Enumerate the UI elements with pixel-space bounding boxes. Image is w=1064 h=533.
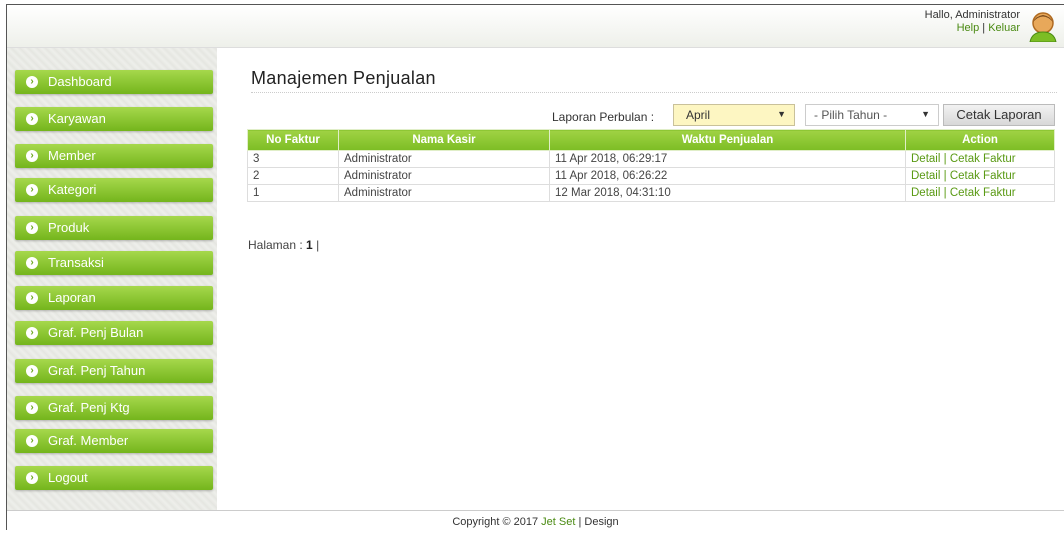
- year-select-value: - Pilih Tahun -: [814, 108, 888, 122]
- column-header[interactable]: Nama Kasir: [338, 129, 550, 151]
- help-link[interactable]: Help: [957, 22, 980, 34]
- chevron-right-circle-icon: ›: [26, 327, 38, 339]
- table-row: 1 Administrator 12 Mar 2018, 04:31:10 De…: [247, 184, 1055, 202]
- cell-waktu-penjualan: 11 Apr 2018, 06:29:17: [549, 150, 906, 168]
- top-header: Hallo, Administrator Help | Keluar: [7, 5, 1064, 48]
- table-row: 2 Administrator 11 Apr 2018, 06:26:22 De…: [247, 167, 1055, 185]
- dropdown-arrow-icon: ▼: [921, 109, 930, 119]
- footer: Copyright © 2017 Jet Set | Design: [7, 510, 1064, 531]
- sidebar-item-karyawan[interactable]: › Karyawan: [15, 107, 213, 131]
- pagination-current-page[interactable]: 1: [306, 238, 313, 252]
- sidebar: › Dashboard › Karyawan › Member › Katego…: [7, 48, 217, 510]
- sidebar-item-label: Dashboard: [48, 74, 112, 89]
- pagination-label: Halaman :: [248, 238, 303, 252]
- chevron-right-circle-icon: ›: [26, 472, 38, 484]
- cell-waktu-penjualan: 11 Apr 2018, 06:26:22: [549, 167, 906, 185]
- sidebar-item-label: Graf. Penj Tahun: [48, 363, 146, 378]
- chevron-right-circle-icon: ›: [26, 184, 38, 196]
- user-greeting: Hallo, Administrator: [924, 9, 1020, 21]
- column-header[interactable]: Waktu Penjualan: [549, 129, 906, 151]
- pagination-separator: |: [316, 238, 320, 252]
- sidebar-item-label: Logout: [48, 470, 88, 485]
- sidebar-item-logout[interactable]: › Logout: [15, 466, 213, 490]
- sidebar-item-label: Member: [48, 148, 96, 163]
- main-content: Manajemen Penjualan Laporan Perbulan : A…: [217, 48, 1064, 510]
- cell-waktu-penjualan: 12 Mar 2018, 04:31:10: [549, 184, 906, 202]
- sidebar-item-graf-penj-bulan[interactable]: › Graf. Penj Bulan: [15, 321, 213, 345]
- month-filter-label: Laporan Perbulan :: [552, 110, 655, 124]
- detail-link[interactable]: Detail: [911, 170, 940, 182]
- print-invoice-link[interactable]: Cetak Faktur: [950, 187, 1016, 199]
- sidebar-item-graf-penj-tahun[interactable]: › Graf. Penj Tahun: [15, 359, 213, 383]
- dropdown-arrow-icon: ▼: [777, 109, 786, 119]
- sidebar-item-laporan[interactable]: › Laporan: [15, 286, 213, 310]
- title-divider: [251, 92, 1057, 93]
- sidebar-item-label: Graf. Member: [48, 433, 129, 448]
- action-separator: |: [943, 187, 947, 199]
- user-avatar-icon[interactable]: [1026, 10, 1060, 42]
- chevron-right-circle-icon: ›: [26, 76, 38, 88]
- cell-nama-kasir: Administrator: [338, 150, 550, 168]
- cell-action: Detail | Cetak Faktur: [905, 167, 1055, 185]
- copyright-text: Copyright © 2017: [452, 516, 539, 528]
- footer-suffix: | Design: [578, 516, 619, 528]
- header-separator: |: [982, 22, 986, 34]
- logout-link[interactable]: Keluar: [988, 22, 1020, 34]
- chevron-right-circle-icon: ›: [26, 222, 38, 234]
- action-separator: |: [943, 170, 947, 182]
- sidebar-item-kategori[interactable]: › Kategori: [15, 178, 213, 202]
- print-invoice-link[interactable]: Cetak Faktur: [950, 153, 1016, 165]
- cell-action: Detail | Cetak Faktur: [905, 184, 1055, 202]
- table-header-row: No Faktur Nama Kasir Waktu Penjualan Act…: [247, 129, 1055, 151]
- sidebar-item-graf-member[interactable]: › Graf. Member: [15, 429, 213, 453]
- cell-no-faktur: 2: [247, 167, 339, 185]
- print-invoice-link[interactable]: Cetak Faktur: [950, 170, 1016, 182]
- page-title: Manajemen Penjualan: [251, 68, 436, 88]
- sidebar-item-dashboard[interactable]: › Dashboard: [15, 70, 213, 94]
- brand-link[interactable]: Jet Set: [541, 516, 575, 528]
- month-select[interactable]: April ▼: [673, 104, 795, 126]
- cell-action: Detail | Cetak Faktur: [905, 150, 1055, 168]
- print-report-button[interactable]: Cetak Laporan: [943, 104, 1055, 126]
- sidebar-item-transaksi[interactable]: › Transaksi: [15, 251, 213, 275]
- sidebar-item-label: Laporan: [48, 290, 96, 305]
- sidebar-item-label: Kategori: [48, 182, 97, 197]
- detail-link[interactable]: Detail: [911, 187, 940, 199]
- column-header: Action: [905, 129, 1055, 151]
- month-select-value: April: [686, 108, 711, 122]
- chevron-right-circle-icon: ›: [26, 402, 38, 414]
- pagination: Halaman : 1 |: [248, 238, 319, 252]
- cell-no-faktur: 3: [247, 150, 339, 168]
- sidebar-item-produk[interactable]: › Produk: [15, 216, 213, 240]
- column-header[interactable]: No Faktur: [247, 129, 339, 151]
- sidebar-item-label: Graf. Penj Ktg: [48, 400, 130, 415]
- cell-nama-kasir: Administrator: [338, 184, 550, 202]
- year-select[interactable]: - Pilih Tahun - ▼: [805, 104, 939, 126]
- detail-link[interactable]: Detail: [911, 153, 940, 165]
- sidebar-item-label: Produk: [48, 220, 90, 235]
- chevron-right-circle-icon: ›: [26, 365, 38, 377]
- chevron-right-circle-icon: ›: [26, 257, 38, 269]
- chevron-right-circle-icon: ›: [26, 292, 38, 304]
- sidebar-item-graf-penj-ktg[interactable]: › Graf. Penj Ktg: [15, 396, 213, 420]
- sidebar-item-label: Karyawan: [48, 111, 106, 126]
- sidebar-item-label: Graf. Penj Bulan: [48, 325, 144, 340]
- chevron-right-circle-icon: ›: [26, 150, 38, 162]
- sidebar-item-member[interactable]: › Member: [15, 144, 213, 168]
- sales-table: No Faktur Nama Kasir Waktu Penjualan Act…: [247, 129, 1055, 202]
- action-separator: |: [943, 153, 947, 165]
- chevron-right-circle-icon: ›: [26, 435, 38, 447]
- user-box: Hallo, Administrator Help | Keluar: [925, 9, 1020, 35]
- chevron-right-circle-icon: ›: [26, 113, 38, 125]
- table-row: 3 Administrator 11 Apr 2018, 06:29:17 De…: [247, 150, 1055, 168]
- sidebar-item-label: Transaksi: [48, 255, 104, 270]
- cell-no-faktur: 1: [247, 184, 339, 202]
- cell-nama-kasir: Administrator: [338, 167, 550, 185]
